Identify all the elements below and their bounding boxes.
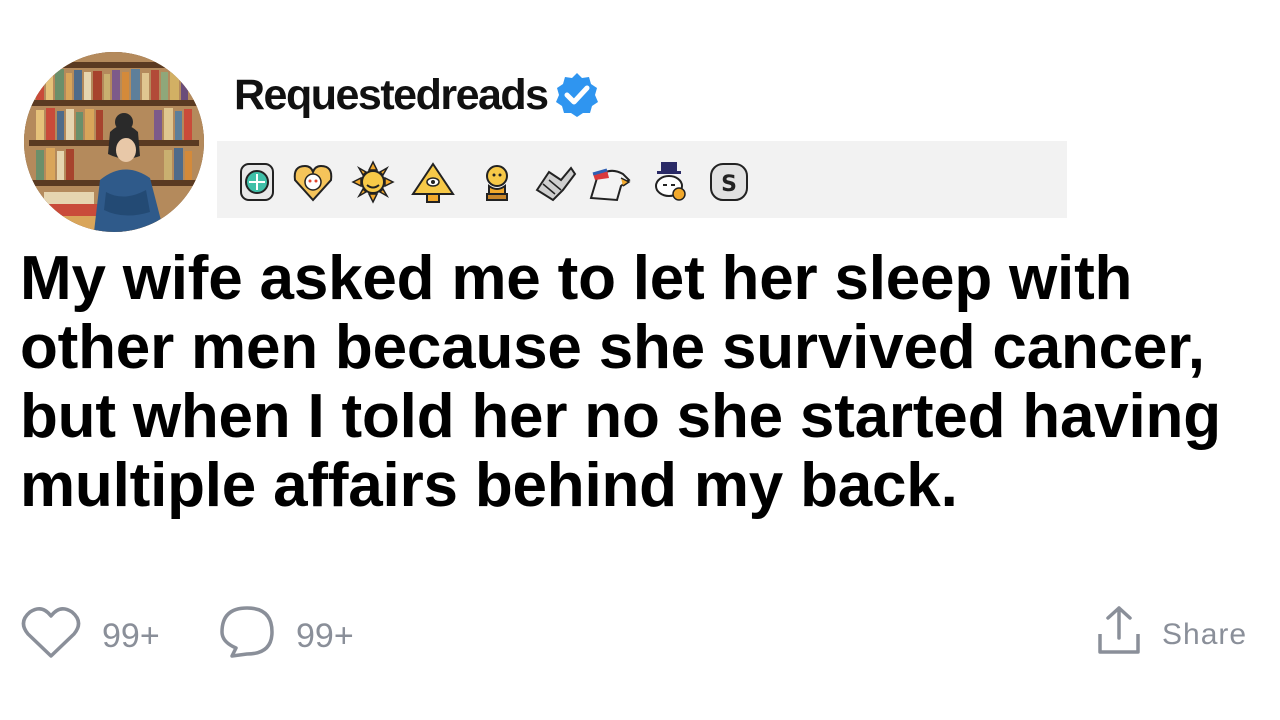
sun-award-icon[interactable]	[351, 160, 395, 204]
comment-count: 99+	[296, 617, 354, 655]
post-actions: 99+ 99+ Share	[20, 604, 1260, 664]
verified-badge-icon	[552, 70, 602, 120]
awards-bar: S	[217, 141, 1067, 218]
comment-button[interactable]: 99+	[218, 604, 354, 669]
snoo-award-icon[interactable]	[647, 160, 691, 204]
platinum-award-icon[interactable]	[235, 160, 279, 204]
post-header: Requestedreads	[234, 70, 602, 120]
avatar[interactable]	[24, 52, 204, 232]
silver-award-icon[interactable]: S	[707, 160, 751, 204]
share-label: Share	[1162, 617, 1248, 651]
heart-icon	[20, 604, 82, 669]
share-icon	[1096, 604, 1142, 665]
username[interactable]: Requestedreads	[234, 71, 549, 119]
handshake-award-icon[interactable]	[533, 160, 577, 204]
eagle-award-icon[interactable]	[587, 160, 631, 204]
like-button[interactable]: 99+	[20, 604, 160, 669]
post-title: My wife asked me to let her sleep with o…	[20, 244, 1221, 520]
gold-award-icon[interactable]	[475, 160, 519, 204]
svg-text:S: S	[721, 172, 737, 197]
wholesome-award-icon[interactable]	[291, 160, 335, 204]
like-count: 99+	[102, 617, 160, 655]
comment-icon	[218, 604, 276, 669]
share-button[interactable]: Share	[1096, 604, 1247, 665]
illuminati-award-icon[interactable]	[411, 160, 455, 204]
